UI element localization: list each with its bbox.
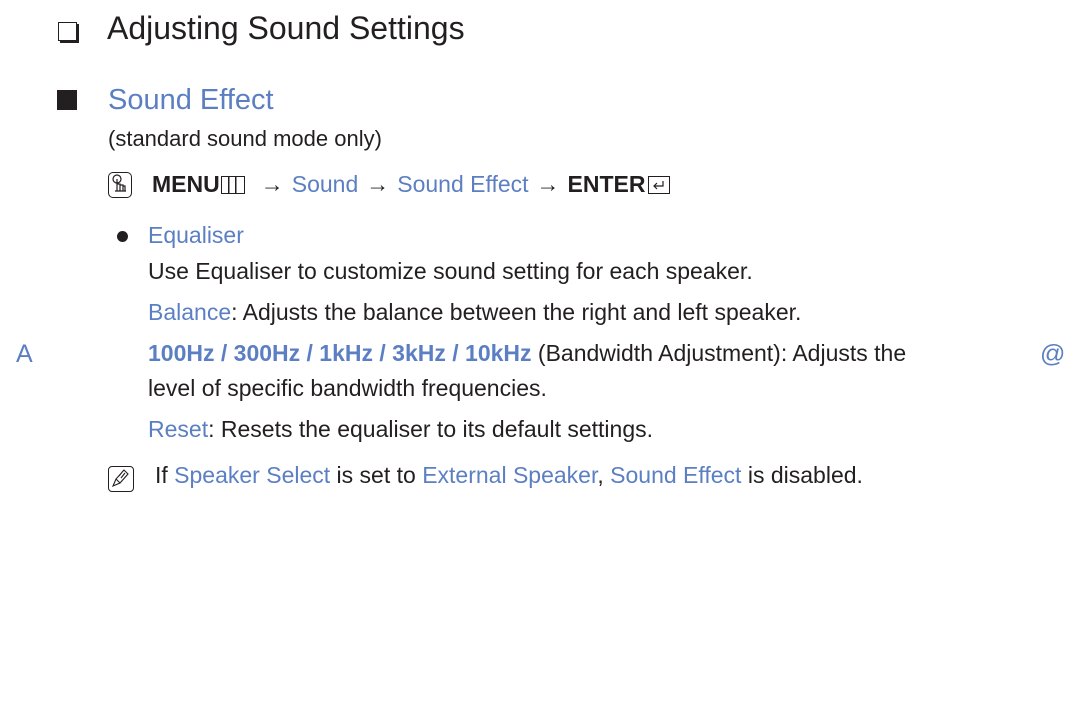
page-title: Adjusting Sound Settings bbox=[107, 10, 465, 46]
menu-path-sound[interactable]: Sound bbox=[292, 171, 359, 198]
note-pencil-icon bbox=[108, 466, 134, 492]
note-term-speaker-select: Speaker Select bbox=[174, 462, 331, 488]
note-term-external-speaker: External Speaker bbox=[422, 462, 598, 488]
note-mid: , bbox=[597, 462, 611, 488]
enter-icon bbox=[647, 175, 670, 194]
bullet-icon bbox=[117, 231, 128, 242]
note-text: If Speaker Select is set to External Spe… bbox=[155, 462, 863, 489]
remote-hand-icon bbox=[108, 171, 132, 198]
equaliser-label: Equaliser bbox=[148, 222, 244, 248]
hollow-square-icon bbox=[58, 22, 77, 41]
option-term: Balance bbox=[148, 299, 232, 325]
arrow-separator: → bbox=[366, 171, 390, 197]
arrow-separator: → bbox=[260, 171, 284, 197]
option-term: 100Hz / 300Hz / 1kHz / 3kHz / 10kHz bbox=[148, 340, 532, 366]
menu-path-menu: MENU bbox=[152, 171, 220, 197]
option-text: (Bandwidth Adjustment): Adjusts the bbox=[531, 340, 907, 366]
equaliser-description: Use Equaliser to customize sound setting… bbox=[148, 258, 753, 284]
note-mid: is set to bbox=[330, 462, 423, 488]
option-bandwidth: 100Hz / 300Hz / 1kHz / 3kHz / 10kHz (Ban… bbox=[148, 340, 906, 367]
note-term-sound-effect: Sound Effect bbox=[610, 462, 742, 488]
option-term: Reset bbox=[148, 416, 209, 442]
section-title: Sound Effect bbox=[108, 84, 274, 116]
menu-path-enter: ENTER bbox=[567, 171, 646, 197]
note-suffix: is disabled. bbox=[741, 462, 863, 488]
menu-grid-icon bbox=[220, 175, 245, 194]
option-text: : Adjusts the balance between the right … bbox=[231, 299, 802, 325]
margin-marker-left: A bbox=[16, 340, 33, 368]
section-subtitle: (standard sound mode only) bbox=[108, 126, 382, 151]
arrow-separator: → bbox=[536, 171, 560, 197]
margin-marker-right: @ bbox=[1040, 340, 1066, 368]
filled-square-icon bbox=[57, 90, 77, 110]
option-bandwidth-continuation: level of specific bandwidth frequencies. bbox=[148, 375, 547, 401]
menu-path: MENU → Sound → Sound Effect → ENTER bbox=[108, 171, 670, 198]
option-text: : Resets the equaliser to its default se… bbox=[208, 416, 653, 442]
option-reset: Reset: Resets the equaliser to its defau… bbox=[148, 416, 653, 443]
menu-path-sound-effect[interactable]: Sound Effect bbox=[397, 171, 528, 198]
option-balance: Balance: Adjusts the balance between the… bbox=[148, 299, 801, 326]
note-prefix: If bbox=[155, 462, 175, 488]
